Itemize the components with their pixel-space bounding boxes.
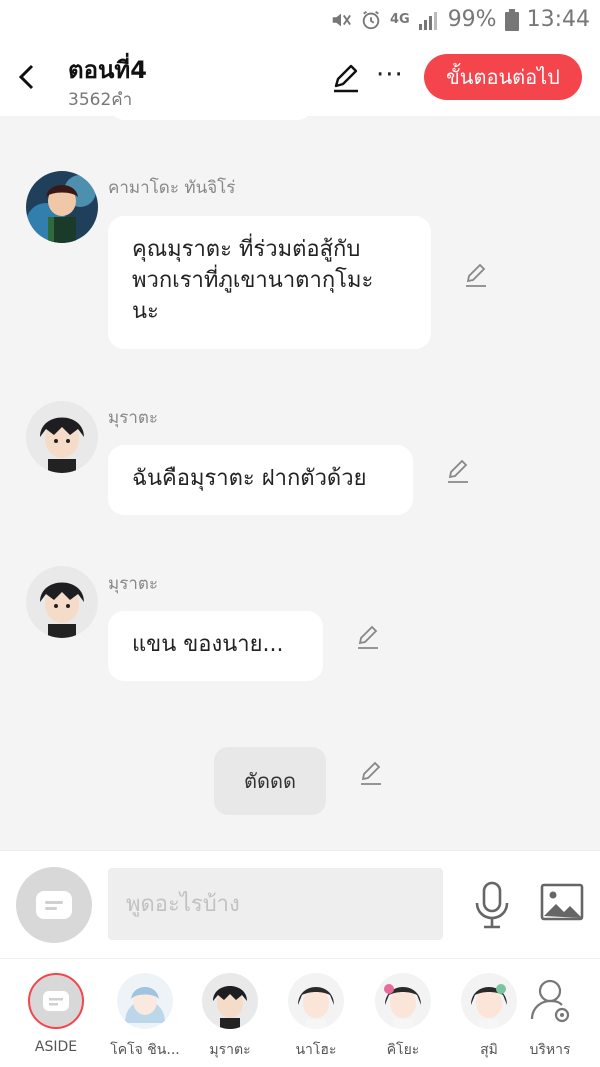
- app: 4G 99% 13:44 ตอนที่4 3562คำ ··· ขั้นตอนต…: [0, 0, 600, 1067]
- signal-icon: [418, 11, 437, 30]
- previous-bubble: [108, 116, 314, 120]
- character-aside[interactable]: ASIDE: [16, 969, 96, 1055]
- character-label: โคโจ ชิน...: [110, 1042, 180, 1058]
- character-item[interactable]: มุราตะ: [190, 969, 270, 1061]
- character-label: บริหาร: [529, 1042, 571, 1058]
- character-label: มุราตะ: [209, 1042, 251, 1058]
- mute-icon: [332, 13, 351, 26]
- character-item[interactable]: โคโจ ชิน...: [105, 969, 185, 1061]
- message-bubble[interactable]: ฉันคือมุราตะ ฝากตัวด้วย: [108, 445, 413, 515]
- pencil-icon[interactable]: [358, 760, 384, 786]
- character-item[interactable]: คิโยะ: [363, 969, 443, 1061]
- character-label: ASIDE: [34, 1039, 78, 1055]
- page-title: ตอนที่4: [68, 56, 147, 84]
- chat-bubble-icon: [36, 891, 72, 919]
- character-bar: ASIDE โคโจ ชิน... มุราตะ นาโฮะ คิโยะ สุม…: [0, 958, 600, 1067]
- message-line: พวกเราที่ภูเขานาตากุโมะ: [132, 268, 374, 293]
- alarm-icon: [362, 10, 380, 29]
- battery-icon: [504, 8, 519, 31]
- battery-percent: 99%: [447, 7, 497, 32]
- chat-bubble-icon: [43, 991, 69, 1011]
- message-line: คุณมุราตะ ที่ร่วมต่อสู้กับ: [132, 237, 361, 262]
- network-type: 4G: [389, 12, 410, 27]
- avatar-murata[interactable]: [26, 566, 98, 638]
- speaker-name: คามาโดะ ทันจิโร่: [108, 178, 236, 198]
- manage-characters-button[interactable]: บริหาร: [510, 969, 590, 1061]
- message-bubble[interactable]: แขน ของนาย...: [108, 611, 323, 681]
- more-icon[interactable]: ···: [376, 60, 404, 90]
- status-bar: 4G 99% 13:44: [0, 0, 600, 42]
- next-step-button[interactable]: ขั้นตอนต่อไป: [424, 54, 582, 100]
- message-line: แขน ของนาย...: [132, 632, 284, 657]
- avatar: [202, 973, 258, 1029]
- character-item[interactable]: นาโฮะ: [276, 969, 356, 1061]
- clock: 13:44: [526, 7, 590, 32]
- avatar-tanjiro[interactable]: [26, 171, 98, 243]
- avatar: [375, 973, 431, 1029]
- input-bar: [0, 850, 600, 958]
- speaker-name: มุราตะ: [108, 574, 159, 594]
- chevron-left-icon[interactable]: [14, 62, 40, 92]
- message-line: ฉันคือมุราตะ ฝากตัวด้วย: [132, 466, 367, 491]
- avatar: [461, 973, 517, 1029]
- user-gear-icon: [522, 973, 578, 1029]
- message-input[interactable]: [108, 868, 443, 940]
- word-count: 3562คำ: [68, 90, 133, 110]
- avatar: [288, 973, 344, 1029]
- image-icon[interactable]: [540, 883, 584, 923]
- message-line: นะ: [132, 299, 159, 324]
- narration-bubble[interactable]: ตัดดด: [214, 747, 326, 815]
- header: ตอนที่4 3562คำ ··· ขั้นตอนต่อไป: [0, 42, 600, 116]
- speaker-name: มุราตะ: [108, 408, 159, 428]
- character-label: นาโฮะ: [295, 1042, 337, 1058]
- aside-toggle-button[interactable]: [16, 867, 92, 943]
- pencil-icon[interactable]: [355, 624, 381, 650]
- pencil-icon[interactable]: [330, 62, 362, 94]
- message-bubble[interactable]: คุณมุราตะ ที่ร่วมต่อสู้กับ พวกเราที่ภูเข…: [108, 216, 431, 349]
- avatar-murata[interactable]: [26, 401, 98, 473]
- chat-area[interactable]: คามาโดะ ทันจิโร่ คุณมุราตะ ที่ร่วมต่อสู้…: [0, 116, 600, 850]
- microphone-icon[interactable]: [472, 881, 512, 929]
- character-label: คิโยะ: [386, 1042, 420, 1058]
- pencil-icon[interactable]: [463, 262, 489, 288]
- aside-avatar: [28, 973, 84, 1029]
- avatar: [117, 973, 173, 1029]
- pencil-icon[interactable]: [445, 458, 471, 484]
